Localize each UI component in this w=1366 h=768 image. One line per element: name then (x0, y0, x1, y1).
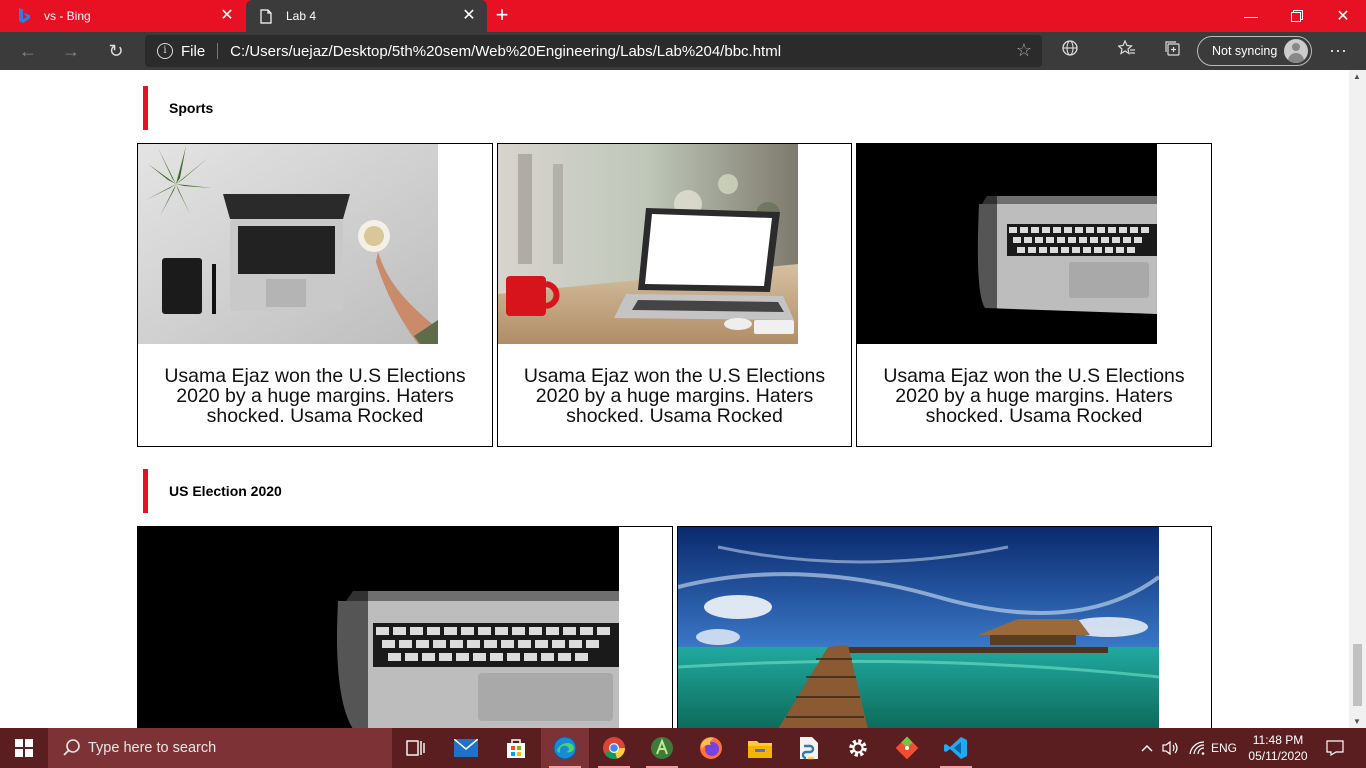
volume-icon[interactable] (1160, 728, 1182, 768)
card-caption: Usama Ejaz won the U.S Elections 2020 by… (164, 365, 466, 427)
close-tab-icon[interactable]: ✕ (461, 8, 477, 24)
restore-button[interactable] (1274, 0, 1320, 32)
address-bar[interactable]: i File C:/Users/uejaz/Desktop/5th%20sem/… (145, 35, 1042, 67)
refresh-button[interactable]: ↻ (102, 37, 130, 65)
file-explorer-icon[interactable] (736, 728, 784, 768)
tropical-pier-image (678, 527, 1159, 728)
task-view-icon[interactable] (392, 728, 440, 768)
laptop-cafe-image (498, 144, 798, 344)
section-heading: US Election 2020 (143, 469, 543, 513)
laptop-desk-image (138, 144, 438, 344)
favorite-star-icon[interactable]: ☆ (1016, 40, 1032, 61)
page-icon (258, 8, 274, 24)
search-placeholder: Type here to search (88, 740, 217, 756)
section-heading: Sports (143, 86, 543, 130)
notifications-icon[interactable] (1320, 728, 1350, 768)
section-title: Sports (169, 100, 214, 116)
close-tab-icon[interactable]: ✕ (219, 8, 235, 24)
collections-icon[interactable] (1161, 40, 1183, 62)
new-tab-button[interactable]: + (490, 4, 514, 28)
news-card[interactable]: Usama Ejaz won the U.S Elections 2020 by… (137, 143, 493, 447)
bing-icon (16, 8, 32, 24)
vertical-scrollbar[interactable]: ▲ ▼ (1349, 70, 1366, 728)
card-caption: Usama Ejaz won the U.S Elections 2020 by… (523, 365, 826, 427)
clock-date: 05/11/2020 (1248, 749, 1308, 763)
clock-time: 11:48 PM (1252, 733, 1304, 747)
back-button[interactable]: ← (14, 37, 42, 65)
favorites-icon[interactable] (1116, 39, 1138, 62)
close-window-button[interactable]: ✕ (1320, 0, 1366, 32)
minimize-button[interactable]: — (1228, 0, 1274, 32)
divider (217, 43, 219, 59)
start-button[interactable] (0, 728, 48, 768)
laptop-dark-image (857, 144, 1157, 344)
tab-bing[interactable]: vs - Bing ✕ (0, 0, 245, 32)
news-card[interactable]: Usama Ejaz won the U.S Elections 2020 by… (856, 143, 1212, 447)
scroll-up-arrow-icon[interactable]: ▲ (1353, 72, 1361, 81)
system-clock[interactable]: 11:48 PM 05/11/2020 (1240, 732, 1316, 764)
profile-sync-button[interactable]: Not syncing (1197, 36, 1312, 66)
news-card[interactable] (137, 526, 673, 728)
avatar (1284, 39, 1308, 63)
vscode-icon[interactable] (932, 728, 980, 768)
scheme-label: File (181, 42, 206, 60)
android-studio-icon[interactable] (638, 728, 686, 768)
search-icon (63, 739, 80, 756)
tab-lab4[interactable]: Lab 4 ✕ (246, 0, 487, 32)
translate-globe-icon[interactable] (1059, 40, 1081, 62)
store-icon[interactable] (492, 728, 540, 768)
news-card[interactable]: Usama Ejaz won the U.S Elections 2020 by… (497, 143, 852, 447)
wifi-icon[interactable] (1186, 728, 1208, 768)
edge-icon[interactable] (541, 728, 589, 768)
settings-gear-icon[interactable] (834, 728, 882, 768)
tab-title: vs - Bing (44, 9, 91, 23)
sync-label: Not syncing (1212, 44, 1278, 58)
python-document-icon[interactable] (785, 728, 833, 768)
navigation-bar: ← → ↻ i File C:/Users/uejaz/Desktop/5th%… (0, 32, 1366, 70)
mail-icon[interactable] (442, 728, 490, 768)
windows-taskbar: Type here to search ENG 11:48 PM 05/11/2… (0, 728, 1366, 768)
tab-title: Lab 4 (286, 9, 317, 23)
taskbar-search-input[interactable]: Type here to search (48, 728, 392, 768)
page-viewport: Sports Usama Ejaz won the U.S Elections … (0, 70, 1349, 728)
tab-strip: vs - Bing ✕ Lab 4 ✕ + — ✕ (0, 0, 1366, 32)
more-menu-icon[interactable]: ⋯ (1327, 40, 1349, 62)
windows-logo-icon (15, 739, 33, 757)
scroll-down-arrow-icon[interactable]: ▼ (1353, 717, 1361, 726)
news-card[interactable] (677, 526, 1212, 728)
info-icon[interactable]: i (157, 43, 173, 59)
card-caption: Usama Ejaz won the U.S Elections 2020 by… (883, 365, 1185, 427)
show-hidden-icons-chevron-icon[interactable] (1138, 728, 1156, 768)
url-text[interactable]: C:/Users/uejaz/Desktop/5th%20sem/Web%20E… (230, 43, 781, 60)
scrollbar-thumb[interactable] (1353, 644, 1362, 706)
section-title: US Election 2020 (169, 483, 282, 499)
chrome-icon[interactable] (590, 728, 638, 768)
language-indicator[interactable]: ENG (1210, 728, 1238, 768)
git-icon[interactable] (883, 728, 931, 768)
firefox-icon[interactable] (687, 728, 735, 768)
laptop-dark-image (138, 527, 619, 728)
forward-button[interactable]: → (57, 37, 85, 65)
